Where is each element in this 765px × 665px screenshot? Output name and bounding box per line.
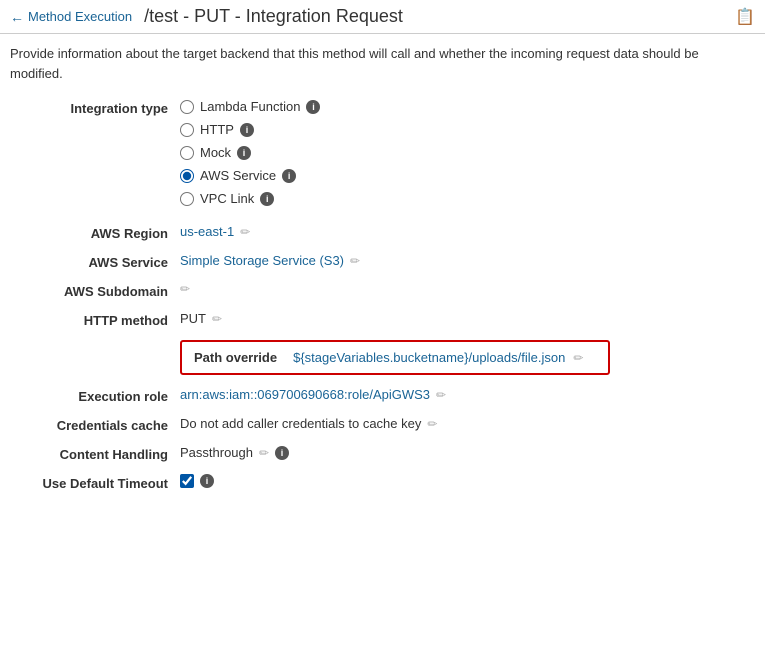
- credentials-cache-label: Credentials cache: [10, 416, 180, 433]
- option-vpc[interactable]: VPC Link i: [180, 191, 320, 206]
- page-header: ← Method Execution /test - PUT - Integra…: [0, 0, 765, 34]
- radio-mock[interactable]: [180, 146, 194, 160]
- back-label: Method Execution: [28, 9, 132, 24]
- aws-service-value: Simple Storage Service (S3) ✏: [180, 253, 755, 268]
- content-handling-value: Passthrough ✏ i: [180, 445, 755, 460]
- path-override-edit-icon[interactable]: ✏: [573, 351, 583, 365]
- content-handling-label: Content Handling: [10, 445, 180, 462]
- integration-type-label: Integration type: [10, 99, 180, 116]
- integration-type-row: Integration type Lambda Function i HTTP …: [10, 99, 755, 206]
- use-default-timeout-info-icon[interactable]: i: [200, 474, 214, 488]
- page-description: Provide information about the target bac…: [0, 34, 720, 89]
- content-handling-row: Content Handling Passthrough ✏ i: [10, 445, 755, 462]
- option-mock[interactable]: Mock i: [180, 145, 320, 160]
- content-handling-edit-icon[interactable]: ✏: [259, 446, 269, 460]
- content-handling-text: Passthrough: [180, 445, 253, 460]
- aws-service-edit-icon[interactable]: ✏: [350, 254, 360, 268]
- radio-http[interactable]: [180, 123, 194, 137]
- http-method-value: PUT ✏: [180, 311, 755, 326]
- aws-service-text: Simple Storage Service (S3): [180, 253, 344, 268]
- radio-aws[interactable]: [180, 169, 194, 183]
- page-title: /test - PUT - Integration Request: [144, 6, 403, 27]
- http-method-edit-icon[interactable]: ✏: [212, 312, 222, 326]
- vpc-info-icon[interactable]: i: [260, 192, 274, 206]
- aws-region-row: AWS Region us-east-1 ✏: [10, 224, 755, 241]
- option-http-label: HTTP: [200, 122, 234, 137]
- execution-role-value: arn:aws:iam::069700690668:role/ApiGWS3 ✏: [180, 387, 755, 402]
- option-aws-label: AWS Service: [200, 168, 276, 183]
- path-override-box: Path override ${stageVariables.bucketnam…: [180, 340, 610, 375]
- execution-role-row: Execution role arn:aws:iam::069700690668…: [10, 387, 755, 404]
- option-http[interactable]: HTTP i: [180, 122, 320, 137]
- use-default-timeout-row: Use Default Timeout i: [10, 474, 755, 491]
- path-override-label: Path override: [194, 350, 285, 365]
- option-aws[interactable]: AWS Service i: [180, 168, 320, 183]
- aws-region-edit-icon[interactable]: ✏: [240, 225, 250, 239]
- content-handling-info-icon[interactable]: i: [275, 446, 289, 460]
- http-method-text: PUT: [180, 311, 206, 326]
- aws-info-icon[interactable]: i: [282, 169, 296, 183]
- aws-subdomain-row: AWS Subdomain ✏: [10, 282, 755, 299]
- radio-group: Lambda Function i HTTP i Mock i AWS Serv…: [180, 99, 320, 206]
- back-arrow-icon: ←: [10, 9, 24, 25]
- http-method-label: HTTP method: [10, 311, 180, 328]
- aws-region-value: us-east-1 ✏: [180, 224, 755, 239]
- option-vpc-label: VPC Link: [200, 191, 254, 206]
- execution-role-text: arn:aws:iam::069700690668:role/ApiGWS3: [180, 387, 430, 402]
- integration-form: Integration type Lambda Function i HTTP …: [0, 89, 765, 513]
- execution-role-edit-icon[interactable]: ✏: [436, 388, 446, 402]
- use-default-timeout-checkbox[interactable]: [180, 474, 194, 488]
- http-method-row: HTTP method PUT ✏: [10, 311, 755, 328]
- aws-region-text: us-east-1: [180, 224, 234, 239]
- back-link[interactable]: ← Method Execution: [10, 9, 132, 25]
- credentials-cache-value: Do not add caller credentials to cache k…: [180, 416, 755, 431]
- path-override-row: Path override ${stageVariables.bucketnam…: [10, 340, 755, 375]
- credentials-cache-row: Credentials cache Do not add caller cred…: [10, 416, 755, 433]
- aws-region-label: AWS Region: [10, 224, 180, 241]
- option-mock-label: Mock: [200, 145, 231, 160]
- aws-subdomain-label: AWS Subdomain: [10, 282, 180, 299]
- use-default-timeout-label: Use Default Timeout: [10, 474, 180, 491]
- copy-icon[interactable]: 📋: [735, 7, 755, 27]
- path-override-value: ${stageVariables.bucketname}/uploads/fil…: [293, 350, 565, 365]
- radio-vpc[interactable]: [180, 192, 194, 206]
- use-default-timeout-value: i: [180, 474, 755, 488]
- aws-subdomain-value: ✏: [180, 282, 755, 296]
- aws-subdomain-edit-icon[interactable]: ✏: [180, 282, 190, 296]
- execution-role-label: Execution role: [10, 387, 180, 404]
- integration-type-options: Lambda Function i HTTP i Mock i AWS Serv…: [180, 99, 755, 206]
- lambda-info-icon[interactable]: i: [306, 100, 320, 114]
- option-lambda[interactable]: Lambda Function i: [180, 99, 320, 114]
- aws-service-label: AWS Service: [10, 253, 180, 270]
- http-info-icon[interactable]: i: [240, 123, 254, 137]
- aws-service-row: AWS Service Simple Storage Service (S3) …: [10, 253, 755, 270]
- credentials-cache-text: Do not add caller credentials to cache k…: [180, 416, 421, 431]
- option-lambda-label: Lambda Function: [200, 99, 300, 114]
- mock-info-icon[interactable]: i: [237, 146, 251, 160]
- radio-lambda[interactable]: [180, 100, 194, 114]
- credentials-cache-edit-icon[interactable]: ✏: [427, 417, 437, 431]
